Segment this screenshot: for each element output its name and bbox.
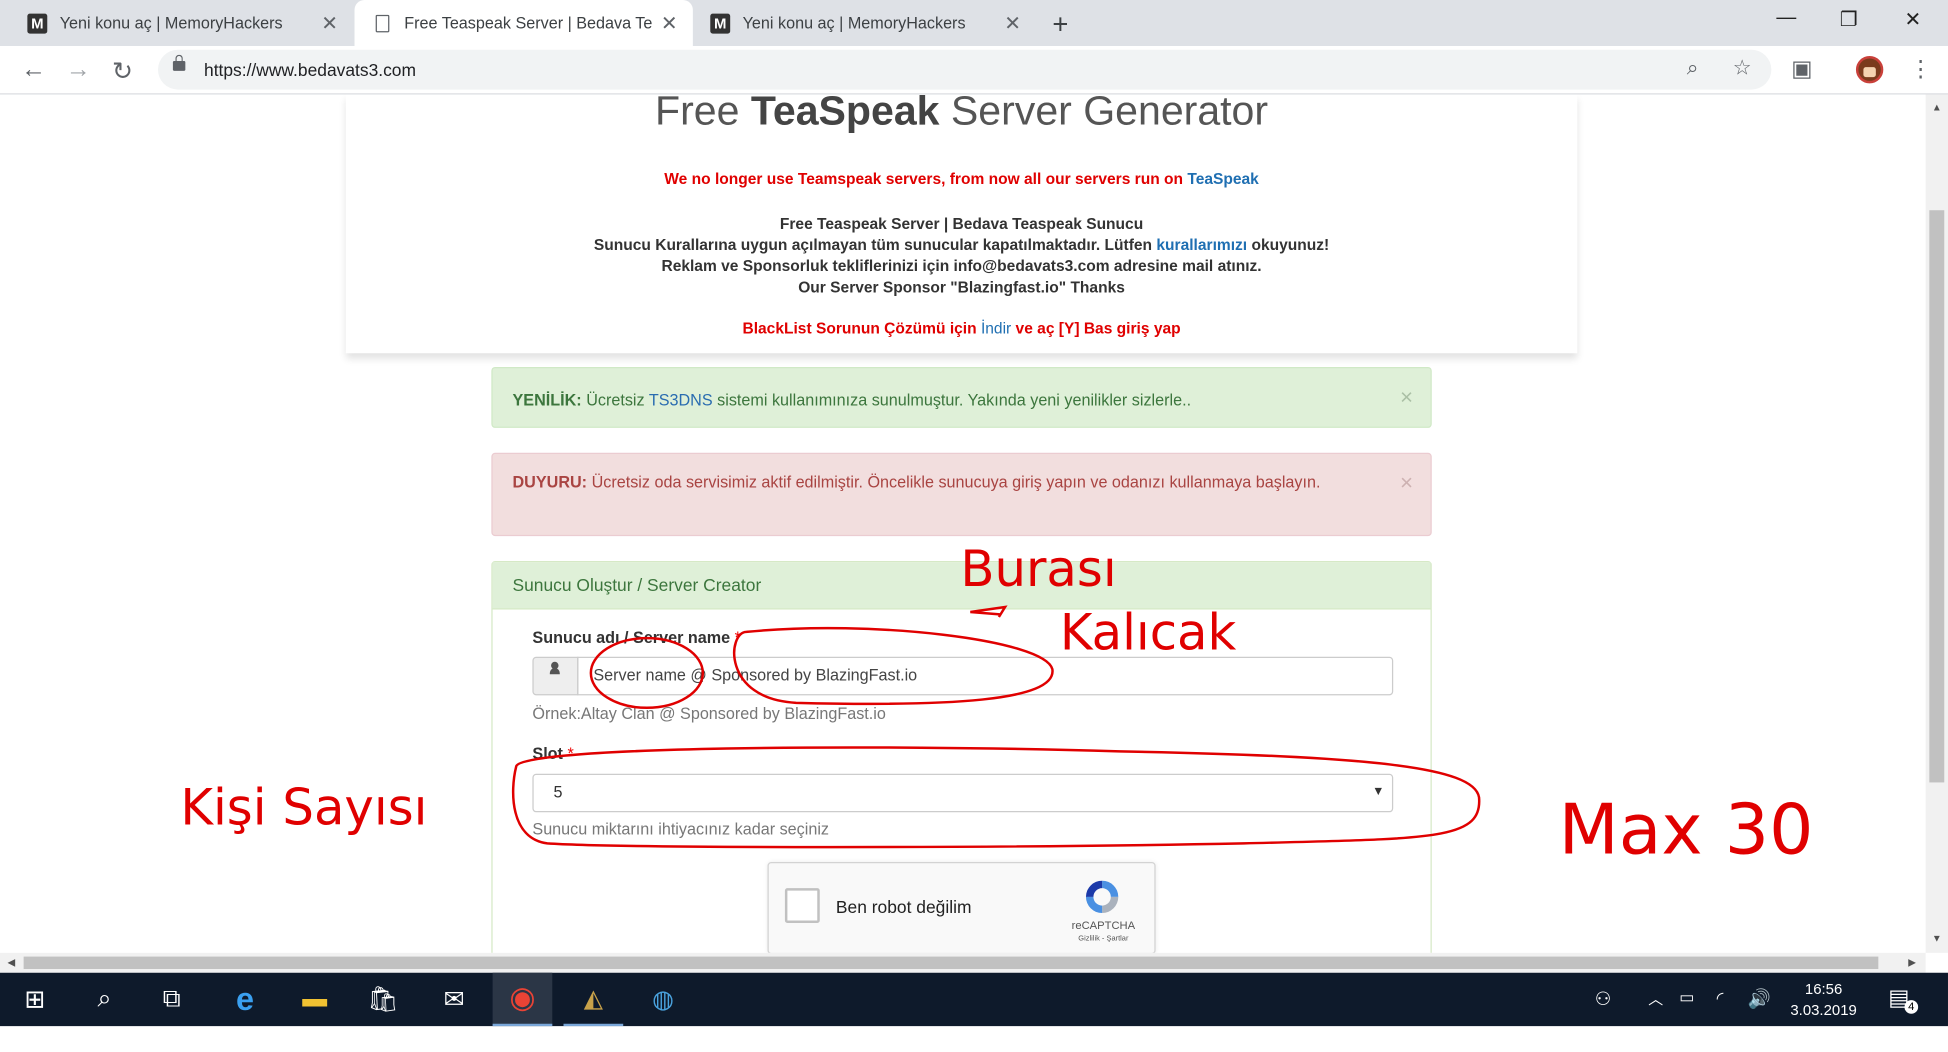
minimize-icon[interactable]: — — [1776, 7, 1796, 29]
rules-link[interactable]: kurallarımızı — [1156, 236, 1247, 253]
tab-title: Yeni konu aç | MemoryHackers — [59, 13, 283, 33]
chrome-icon[interactable]: ◉ — [492, 972, 553, 1027]
search-icon[interactable]: ⌕ — [75, 973, 135, 1026]
tab-strip: M Yeni konu aç | MemoryHackers ✕ Free Te… — [0, 0, 1948, 47]
alert-success: YENİLİK: Ücretsiz TS3DNS sistemi kullanı… — [491, 366, 1432, 428]
blacklist-notice: BlackList Sorunun Çözümü için İndir ve a… — [742, 319, 1181, 338]
mail-icon[interactable]: ✉ — [424, 973, 484, 1026]
close-tab-icon[interactable]: ✕ — [316, 11, 343, 36]
info-block: Free Teaspeak Server | Bedava Teaspeak S… — [346, 214, 1577, 299]
teaspeak-notice: We no longer use Teamspeak servers, from… — [664, 170, 1259, 188]
alert-label: YENİLİK: — [512, 390, 582, 410]
tab-memoryhackers-1[interactable]: M Yeni konu aç | MemoryHackers ✕ — [0, 0, 353, 46]
volume-icon[interactable]: 🔊 — [1748, 988, 1771, 1010]
file-explorer-icon[interactable]: ▬ — [285, 973, 345, 1026]
close-tab-icon[interactable]: ✕ — [999, 11, 1026, 36]
league-icon[interactable]: ◭ — [563, 973, 624, 1027]
clock[interactable]: 16:56 3.03.2019 — [1776, 979, 1871, 1021]
new-tab-button[interactable]: + — [1052, 9, 1068, 41]
annotation-max30: Max 30 — [1559, 789, 1814, 870]
info-line: Free Teaspeak Server | Bedava Teaspeak S… — [779, 215, 1144, 233]
vertical-scrollbar[interactable]: ▲ ▼ — [1925, 94, 1948, 953]
alert-danger: DUYURU: Ücretsiz oda servisimiz aktif ed… — [491, 452, 1432, 537]
info-line: Our Server Sponsor "Blazingfast.io" Than… — [798, 278, 1125, 297]
ts3dns-link[interactable]: TS3DNS — [649, 391, 713, 410]
info-line: Reklam ve Sponsorluk tekliflerinizi için… — [661, 257, 1262, 275]
address-bar[interactable]: https://www.bedavats3.com ⌕ ☆ — [157, 49, 1772, 90]
clock-time: 16:56 — [1804, 980, 1843, 998]
restore-icon[interactable]: ❐ — [1840, 7, 1858, 32]
server-name-input[interactable]: Server name @ Sponsored by BlazingFast.i… — [577, 656, 1394, 696]
server-name-label: Sunucu adı / Server name * — [532, 628, 741, 647]
extension-icon[interactable]: ▣ — [1791, 56, 1812, 82]
scroll-up-icon[interactable]: ▲ — [1932, 102, 1942, 113]
battery-icon[interactable]: ▭ — [1679, 988, 1694, 1008]
recaptcha-logo-icon — [1085, 880, 1119, 914]
bottom-margin — [0, 1026, 1948, 1052]
info-line: Sunucu Kurallarına uygun açılmayan tüm s… — [593, 236, 1330, 254]
bookmark-star-icon[interactable]: ☆ — [1733, 56, 1752, 81]
teamspeak-icon[interactable]: ◍ — [633, 973, 693, 1026]
page-title: Free TeaSpeak Server Generator — [655, 94, 1269, 134]
profile-avatar-icon[interactable] — [1855, 55, 1884, 84]
forward-icon[interactable]: → — [66, 56, 91, 85]
server-name-help: Örnek:Altay Clan @ Sponsored by BlazingF… — [532, 704, 886, 723]
horizontal-scrollbar[interactable]: ◀ ▶ — [0, 952, 1926, 973]
zoom-icon[interactable]: ⌕ — [1687, 56, 1699, 81]
slot-label: Slot * — [532, 743, 574, 763]
tab-title: Yeni konu aç | MemoryHackers — [742, 13, 966, 33]
tab-teaspeak[interactable]: Free Teaspeak Server | Bedava Te ✕ — [354, 0, 693, 47]
horizontal-scroll-thumb[interactable] — [23, 956, 1879, 970]
wifi-icon[interactable]: ◜ — [1717, 988, 1724, 1009]
annotation-kisi-sayisi: Kişi Sayısı — [180, 779, 427, 837]
panel-heading: Sunucu Oluştur / Server Creator — [492, 562, 1431, 610]
close-window-icon[interactable]: ✕ — [1904, 7, 1921, 32]
alert-label: DUYURU: — [512, 472, 588, 492]
scroll-down-icon[interactable]: ▼ — [1932, 933, 1942, 944]
recaptcha-checkbox[interactable] — [784, 888, 820, 923]
menu-dots-icon[interactable]: ⋮ — [1909, 56, 1931, 82]
back-icon[interactable]: ← — [21, 56, 46, 85]
vertical-scroll-thumb[interactable] — [1929, 210, 1945, 783]
url-text[interactable]: https://www.bedavats3.com — [204, 60, 416, 80]
edge-icon[interactable]: e — [215, 973, 275, 1026]
tray-chevron-icon[interactable]: ︿ — [1648, 988, 1663, 1009]
slot-help: Sunucu miktarını ihtiyacınız kadar seçin… — [532, 819, 830, 839]
reload-icon[interactable]: ↻ — [112, 56, 133, 87]
people-icon[interactable]: ⚇ — [1595, 988, 1612, 1010]
close-alert-icon[interactable]: × — [1400, 384, 1413, 410]
task-view-icon[interactable]: ⧉ — [142, 973, 202, 1026]
close-alert-icon[interactable]: × — [1400, 470, 1413, 496]
slot-select[interactable]: 5 ▼ — [532, 773, 1394, 813]
scroll-left-icon[interactable]: ◀ — [7, 957, 15, 968]
server-name-group: Server name @ Sponsored by BlazingFast.i… — [532, 656, 1394, 696]
server-creator-panel: Sunucu Oluştur / Server Creator Sunucu a… — [491, 561, 1432, 953]
header-card: Free TeaSpeak Server Generator We no lon… — [345, 94, 1578, 354]
notification-count: 4 — [1904, 1000, 1919, 1014]
tab-memoryhackers-2[interactable]: M Yeni konu aç | MemoryHackers ✕ — [693, 0, 1036, 46]
clock-date: 3.03.2019 — [1790, 1001, 1857, 1019]
scroll-right-icon[interactable]: ▶ — [1908, 957, 1916, 968]
store-icon[interactable]: 🛍 — [353, 973, 413, 1026]
windows-taskbar: ⊞ ⌕ ⧉ e ▬ 🛍 ✉ ◉ ◭ ◍ ⚇ ︿ ▭ ◜ 🔊 16:56 3.03… — [0, 972, 1948, 1027]
document-icon — [372, 13, 392, 33]
recaptcha-terms[interactable]: Gizlilik - Şartlar — [1065, 935, 1142, 942]
user-icon — [532, 656, 579, 696]
memoryhackers-icon: M — [27, 13, 48, 33]
teaspeak-link[interactable]: TeaSpeak — [1187, 170, 1258, 187]
recaptcha-brand: reCAPTCHA — [1071, 919, 1136, 932]
download-link[interactable]: İndir — [981, 320, 1011, 337]
recaptcha-label: Ben robot değilim — [835, 896, 972, 917]
tab-title: Free Teaspeak Server | Bedava Te — [404, 13, 653, 33]
dropdown-caret-icon: ▼ — [1372, 784, 1385, 799]
lock-icon — [172, 54, 186, 71]
windows-start-icon[interactable]: ⊞ — [5, 973, 65, 1026]
browser-toolbar: ← → ↻ https://www.bedavats3.com ⌕ ☆ ▣ ⋮ — [0, 46, 1948, 95]
close-tab-icon[interactable]: ✕ — [656, 11, 683, 36]
recaptcha-widget: Ben robot değilim reCAPTCHA Gizlilik - Ş… — [767, 862, 1156, 953]
page-content: Free TeaSpeak Server Generator We no lon… — [0, 94, 1926, 953]
memoryhackers-icon: M — [710, 13, 731, 33]
